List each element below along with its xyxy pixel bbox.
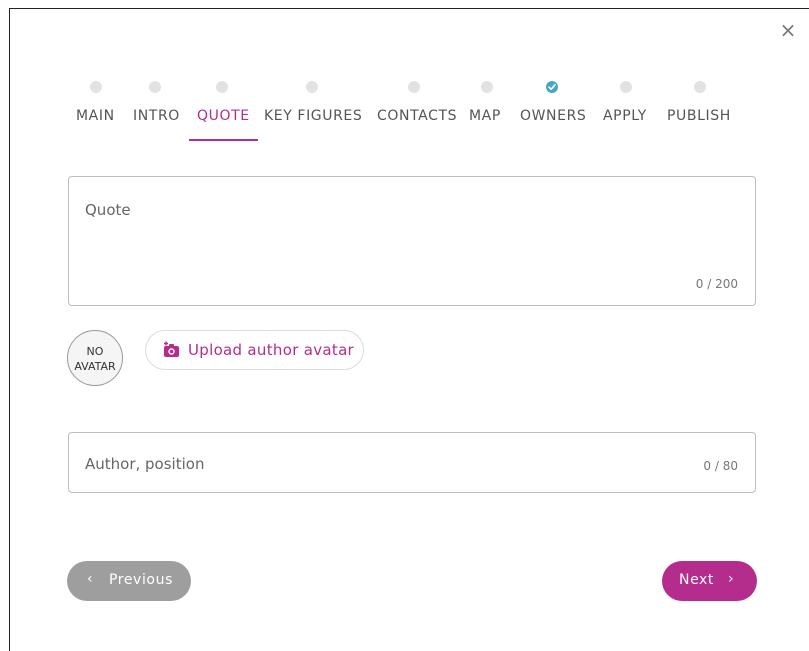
quote-char-counter: 0 / 200 — [695, 277, 738, 291]
avatar-text-line2: AVATAR — [74, 360, 116, 373]
step-dot — [90, 81, 102, 93]
step-owners[interactable]: OWNERS — [520, 75, 587, 145]
step-intro[interactable]: INTRO — [133, 75, 179, 145]
step-label: QUOTE — [197, 108, 250, 124]
quote-placeholder: Quote — [85, 201, 131, 219]
checkmark-icon — [546, 81, 558, 93]
author-position-input[interactable]: Author, position 0 / 80 — [68, 432, 756, 493]
avatar: NO AVATAR — [67, 330, 123, 386]
step-label: KEY FIGURES — [264, 108, 363, 124]
step-contacts[interactable]: CONTACTS — [377, 75, 456, 145]
upload-avatar-label: Upload author avatar — [188, 341, 355, 359]
step-map[interactable]: MAP — [469, 75, 503, 145]
next-label: Next — [679, 572, 715, 588]
step-label: INTRO — [133, 108, 180, 124]
step-label: MAP — [469, 108, 501, 124]
step-publish[interactable]: PUBLISH — [667, 75, 730, 145]
step-quote[interactable]: QUOTE — [197, 75, 250, 145]
step-dot — [408, 81, 420, 93]
step-dot — [149, 81, 161, 93]
chevron-right-icon: › — [728, 571, 734, 587]
step-dot — [481, 81, 493, 93]
avatar-text-line1: NO — [86, 345, 104, 358]
step-apply[interactable]: APPLY — [603, 75, 650, 145]
upload-avatar-button[interactable]: Upload author avatar — [145, 330, 364, 370]
camera-plus-icon — [163, 341, 181, 363]
previous-button[interactable]: ‹ Previous — [67, 561, 191, 601]
step-main[interactable]: MAIN — [76, 75, 116, 145]
close-icon[interactable]: × — [778, 20, 798, 40]
active-step-underline — [189, 139, 258, 141]
chevron-left-icon: ‹ — [87, 571, 93, 587]
step-dot — [694, 81, 706, 93]
step-dot — [216, 81, 228, 93]
step-dot — [306, 81, 318, 93]
step-key-figures[interactable]: KEY FIGURES — [264, 75, 363, 145]
next-button[interactable]: Next › — [662, 561, 757, 601]
previous-label: Previous — [109, 572, 173, 588]
author-char-counter: 0 / 80 — [703, 459, 738, 473]
step-dot — [620, 81, 632, 93]
quote-input[interactable]: Quote 0 / 200 — [68, 176, 756, 306]
step-label: MAIN — [76, 108, 115, 124]
step-label: APPLY — [603, 108, 647, 124]
stepper: MAIN INTRO QUOTE KEY FIGURES CONTACTS MA… — [0, 75, 809, 145]
author-position-placeholder: Author, position — [85, 455, 205, 473]
step-label: CONTACTS — [377, 108, 458, 124]
step-label: OWNERS — [520, 108, 587, 124]
step-label: PUBLISH — [667, 108, 731, 124]
